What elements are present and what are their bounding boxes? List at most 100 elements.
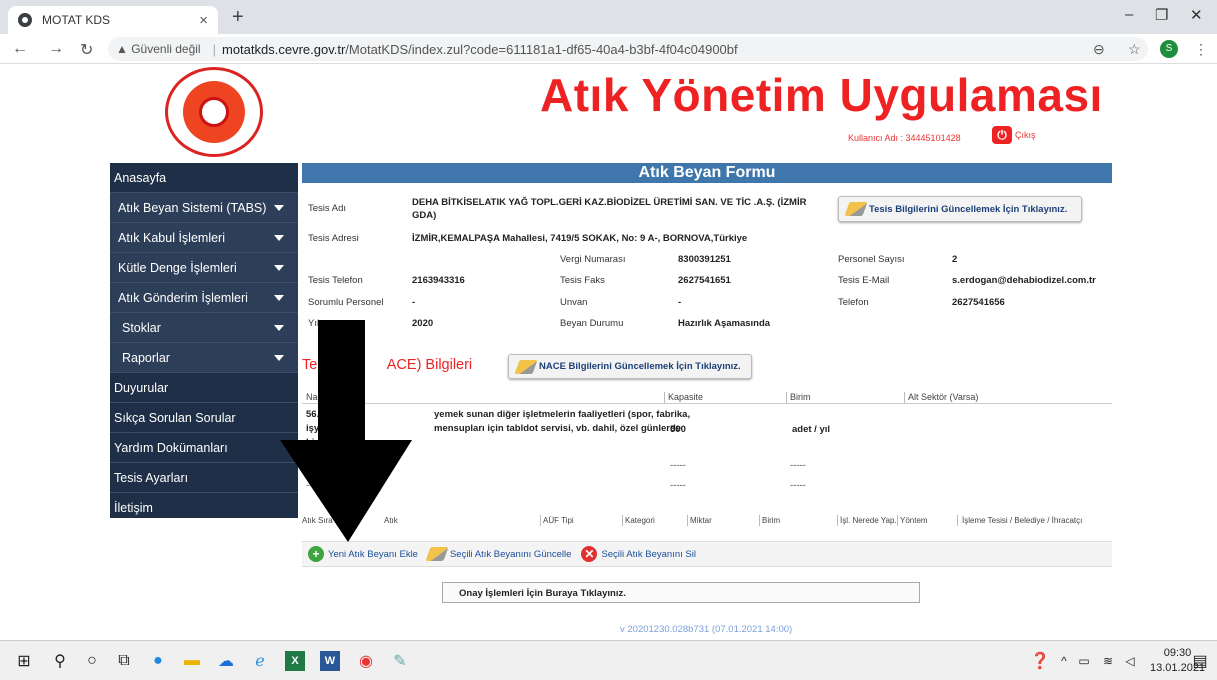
sorumlu-label: Sorumlu Personel [308, 297, 384, 308]
task-view-icon[interactable]: ⧉ [114, 651, 134, 671]
wifi-icon[interactable]: ≋ [1098, 651, 1118, 671]
col-divider [957, 515, 958, 526]
delete-atik-button[interactable]: ✕ Seçili Atık Beyanını Sil [581, 546, 696, 562]
sidebar-item-label: Anasayfa [114, 170, 167, 185]
zoom-icon[interactable]: ⊖ [1093, 41, 1105, 58]
action-bar: + Yeni Atık Beyanı Ekle Seçili Atık Beya… [302, 541, 1112, 567]
bookmark-star-icon[interactable]: ☆ [1128, 41, 1141, 58]
battery-icon[interactable]: ▭ [1074, 651, 1094, 671]
window-close-button[interactable]: ✕ [1190, 6, 1203, 24]
empty-cell: ----- [790, 480, 806, 491]
col-miktar: Miktar [690, 516, 712, 525]
profile-avatar[interactable]: S [1160, 40, 1178, 58]
security-warning[interactable]: ▲ Güvenli değil [116, 42, 201, 56]
delete-atik-label: Seçili Atık Beyanını Sil [601, 548, 696, 560]
ministry-logo [165, 67, 263, 157]
nace-kapasite: 500 [670, 424, 686, 435]
tesis-telefon-label: Tesis Telefon [308, 275, 363, 286]
back-arrow-icon[interactable]: ← [12, 40, 28, 58]
logout-button[interactable]: ⏻ Çıkış [992, 126, 1036, 144]
sidebar-item-atik-gonderim[interactable]: Atık Gönderim İşlemleri [110, 283, 298, 313]
chevron-down-icon [274, 264, 284, 271]
beyan-durumu-label: Beyan Durumu [560, 318, 624, 329]
empty-cell: ----- [790, 460, 806, 471]
sidebar-item-label: Atık Kabul İşlemleri [118, 230, 225, 245]
vergi-value: 8300391251 [678, 254, 731, 265]
main-content: Atık Beyan Formu [302, 163, 1112, 183]
sidebar-item-label: Kütle Denge İşlemleri [118, 260, 237, 275]
col-divider [759, 515, 760, 526]
nace-desc-1: yemek sunan diğer işletmelerin faaliyetl… [434, 409, 691, 420]
tesis-telefon-value: 2163943316 [412, 275, 465, 286]
help-icon[interactable]: ❓ [1030, 651, 1050, 671]
windows-start-icon[interactable]: ⊞ [14, 651, 34, 671]
sidebar-item-label: İletişim [114, 501, 153, 515]
col-divider [687, 515, 688, 526]
ie-icon[interactable]: ℯ [250, 651, 270, 671]
sidebar-item-atik-kabul[interactable]: Atık Kabul İşlemleri [110, 223, 298, 253]
tab-close-icon[interactable]: × [199, 12, 208, 29]
col-isleme-tesisi: İşleme Tesisi / Belediye / İhracatçı [962, 516, 1083, 525]
url-path: /MotatKDS/index.zul?code=611181a1-df65-4… [345, 41, 738, 57]
telefon-label: Telefon [838, 297, 869, 308]
sidebar-item-anasayfa[interactable]: Anasayfa [110, 163, 298, 193]
browser-tab[interactable]: MOTAT KDS × [8, 6, 218, 34]
tesis-adi-value: DEHA BİTKİSELATIK YAĞ TOPL.GERİ KAZ.BİOD… [412, 197, 807, 221]
word-icon[interactable]: W [320, 651, 340, 671]
nace-desc-2b: mensupları için tabldot servisi, vb. dah… [434, 423, 682, 434]
sidebar-item-label: Duyurular [114, 380, 169, 395]
col-divider [904, 392, 905, 403]
personel-sayisi-value: 2 [952, 254, 958, 265]
excel-icon[interactable]: X [285, 651, 305, 671]
search-icon[interactable]: ⚲ [50, 651, 70, 671]
file-explorer-icon[interactable]: ▬ [182, 651, 202, 671]
logout-label: Çıkış [1015, 130, 1036, 140]
url-host: motatkds.cevre.gov.tr [221, 41, 346, 57]
version-label: v 20201230.028b731 (07.01.2021 14:00) [620, 624, 793, 635]
paint-icon[interactable]: ✎ [390, 651, 410, 671]
volume-icon[interactable]: ◁ [1120, 651, 1140, 671]
delete-x-icon: ✕ [581, 546, 598, 562]
power-icon: ⏻ [992, 126, 1012, 144]
col-divider [837, 515, 838, 526]
col-alt-sektor: Alt Sektör (Varsa) [908, 392, 979, 402]
notifications-icon[interactable]: ▤ [1190, 651, 1210, 671]
forward-arrow-icon[interactable]: → [48, 40, 64, 58]
username-label: Kullanıcı Adı : 34445101428 [848, 133, 961, 143]
tray-chevron-icon[interactable]: ^ [1054, 651, 1074, 671]
maximize-button[interactable]: ❐ [1155, 6, 1168, 24]
sorumlu-value: - [412, 297, 416, 308]
tesis-adresi-label: Tesis Adresi [308, 233, 359, 244]
col-yontem: Yöntem [900, 516, 928, 525]
menu-dots-icon[interactable]: ⋮ [1194, 41, 1208, 58]
update-nace-button[interactable]: NACE Bilgilerini Güncellemek İçin Tıklay… [508, 354, 752, 379]
onay-button[interactable]: Onay İşlemleri İçin Buraya Tıklayınız. [442, 582, 920, 603]
update-tesis-button[interactable]: Tesis Bilgilerini Güncellemek İçin Tıkla… [838, 196, 1082, 222]
sidebar-item-kutle-denge[interactable]: Kütle Denge İşlemleri [110, 253, 298, 283]
onedrive-icon[interactable]: ☁ [216, 651, 236, 671]
cortana-icon[interactable]: ○ [82, 651, 102, 671]
minimize-button[interactable]: – [1125, 6, 1133, 23]
update-atik-button[interactable]: Seçili Atık Beyanını Güncelle [425, 547, 572, 561]
tab-title: MOTAT KDS [42, 13, 111, 27]
col-birim2: Birim [762, 516, 781, 525]
col-birim: Birim [790, 392, 811, 402]
tesis-email-value: s.erdogan@dehabiodizel.com.tr [952, 275, 1096, 286]
telefon-value: 2627541656 [952, 297, 1005, 308]
form-title: Atık Beyan Formu [302, 163, 1112, 183]
col-divider [664, 392, 665, 403]
chrome-icon[interactable]: ◉ [356, 651, 376, 671]
update-nace-label: NACE Bilgilerini Güncellemek İçin Tıklay… [539, 361, 741, 372]
reload-icon[interactable]: ↻ [80, 40, 93, 60]
tesis-email-label: Tesis E-Mail [838, 275, 890, 286]
col-auf-tipi: AÜF Tipi [543, 516, 574, 525]
pencil-icon [844, 202, 868, 216]
sidebar-item-tabs[interactable]: Atık Beyan Sistemi (TABS) [110, 193, 298, 223]
url-field[interactable]: ▲ Güvenli değil | motatkds.cevre.gov.tr … [108, 37, 1148, 61]
beyan-durumu-value: Hazırlık Aşamasında [678, 318, 771, 329]
tesis-faks-label: Tesis Faks [560, 275, 605, 286]
new-tab-button[interactable]: + [232, 6, 244, 29]
edge-icon[interactable]: ● [148, 651, 168, 671]
table-divider [302, 403, 1112, 404]
update-atik-label: Seçili Atık Beyanını Güncelle [449, 548, 572, 560]
